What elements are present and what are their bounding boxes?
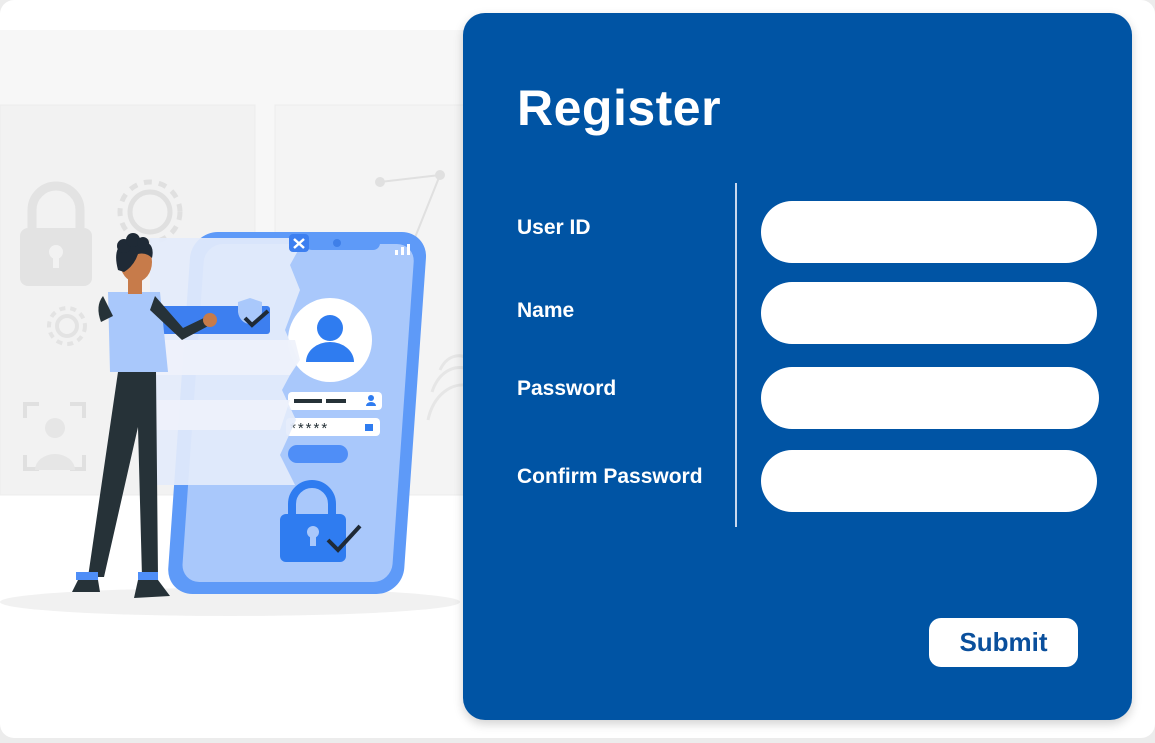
confirm-password-field[interactable] [761,450,1097,512]
password-field[interactable] [761,367,1099,429]
form-divider [735,183,737,527]
user-id-field[interactable] [761,201,1097,263]
password-label: Password [517,377,617,400]
mini-login-button [288,445,348,463]
name-label: Name [517,299,575,322]
register-form: Register User ID Name Password Confirm P… [463,13,1132,720]
security-illustration: ***** [0,30,470,616]
form-title: Register [517,80,722,136]
user-id-label: User ID [517,216,591,239]
confirm-password-label: Confirm Password [517,465,703,488]
page-frame: ***** Register User ID Name Password Con… [0,0,1155,738]
submit-button[interactable]: Submit [929,618,1078,667]
name-field[interactable] [761,282,1097,344]
password-mask-text: ***** [290,420,329,437]
